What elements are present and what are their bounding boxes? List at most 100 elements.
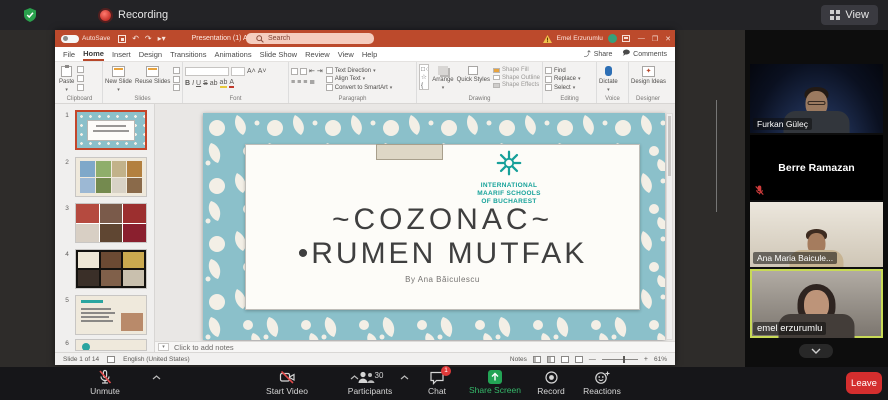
account-avatar[interactable] — [608, 34, 617, 43]
indent-decrease-icon[interactable]: ⇤ — [309, 67, 315, 75]
warning-icon[interactable] — [543, 35, 552, 43]
spellcheck-icon[interactable] — [107, 356, 115, 363]
text-shadow-icon[interactable]: ab — [210, 80, 218, 87]
video-tile-ana[interactable]: Ana Maria Baicule... — [750, 202, 883, 267]
redo-icon[interactable]: ↷ — [145, 34, 152, 43]
zoom-slider[interactable] — [602, 359, 638, 360]
layout-button[interactable]: Layout▾ — [173, 67, 183, 74]
zoom-out-icon[interactable]: — — [589, 356, 596, 363]
shape-fill-button[interactable]: Shape Fill — [493, 67, 540, 73]
menu-slideshow[interactable]: Slide Show — [260, 48, 298, 60]
slide-thumbnail-5[interactable] — [75, 295, 147, 335]
participants-button[interactable]: 30 Participants — [335, 370, 405, 396]
normal-view-icon[interactable] — [533, 356, 541, 363]
font-size-box[interactable] — [231, 67, 245, 76]
slideshow-view-icon[interactable] — [575, 356, 583, 363]
paste-button[interactable]: Paste▾ — [59, 64, 74, 93]
convert-smartart-button[interactable]: Convert to SmartArt▾ — [326, 84, 393, 91]
reactions-button[interactable]: Reactions — [574, 370, 630, 396]
autosave-toggle[interactable]: AutoSave — [61, 35, 110, 43]
view-button[interactable]: View — [821, 5, 878, 25]
leave-button[interactable]: Leave — [846, 372, 882, 394]
ribbon-display-options-icon[interactable] — [622, 35, 630, 42]
select-button[interactable]: Select▾ — [545, 84, 581, 91]
menu-review[interactable]: Review — [305, 48, 330, 60]
menu-view[interactable]: View — [338, 48, 354, 60]
bullets-icon[interactable] — [291, 68, 298, 75]
italic-icon[interactable]: I — [192, 80, 194, 87]
slide-thumbnail-1[interactable] — [75, 110, 147, 150]
notes-collapse-icon[interactable]: ▾ — [158, 343, 169, 351]
format-painter-icon[interactable] — [77, 84, 84, 91]
font-color-icon[interactable]: A — [229, 79, 234, 88]
align-text-button[interactable]: Align Text▾ — [326, 76, 393, 83]
slide-scrollbar[interactable] — [666, 113, 673, 340]
menu-insert[interactable]: Insert — [112, 48, 131, 60]
video-tile-emel-active-speaker[interactable]: emel erzurumlu — [750, 269, 883, 338]
slide-thumbnail-2[interactable] — [75, 157, 147, 197]
notes-placeholder[interactable]: Click to add notes — [174, 343, 234, 352]
shape-outline-button[interactable]: Shape Outline — [493, 75, 540, 81]
shrink-font-icon[interactable]: A˅ — [258, 68, 267, 75]
align-left-icon[interactable]: ≡ — [291, 79, 295, 86]
justify-icon[interactable]: ≣ — [309, 78, 315, 86]
share-button[interactable]: ⤴Share — [584, 49, 613, 59]
menu-file[interactable]: File — [63, 48, 75, 60]
minimize-icon[interactable]: — — [638, 35, 645, 43]
text-direction-button[interactable]: Text Direction▾ — [326, 67, 393, 74]
collapse-videos-button[interactable] — [799, 344, 833, 358]
comments-button[interactable]: 🗩Comments — [622, 49, 667, 60]
current-slide[interactable]: INTERNATIONAL MAARIF SCHOOLS OF BUCHARES… — [203, 113, 665, 340]
video-tile-berre[interactable]: Berre Ramazan — [750, 135, 883, 200]
zoom-in-icon[interactable]: + — [644, 356, 648, 363]
zoom-percentage[interactable]: 61% — [654, 356, 667, 363]
unmute-button[interactable]: Unmute — [75, 370, 135, 396]
numbering-icon[interactable] — [300, 68, 307, 75]
slide-sorter-view-icon[interactable] — [547, 356, 555, 363]
underline-icon[interactable]: U — [196, 80, 201, 87]
quick-styles-button[interactable]: Quick Styles — [457, 64, 490, 93]
indent-increase-icon[interactable]: ⇥ — [317, 67, 323, 75]
unmute-options-chevron[interactable] — [152, 375, 161, 380]
start-slideshow-icon[interactable]: ▸▾ — [158, 34, 166, 43]
participants-options-chevron[interactable] — [400, 375, 409, 380]
chat-button[interactable]: 1 Chat — [415, 370, 459, 396]
dictate-button[interactable]: Dictate▾ — [599, 64, 618, 93]
align-right-icon[interactable]: ≡ — [303, 79, 307, 86]
new-slide-button[interactable]: New Slide▾ — [105, 64, 132, 93]
menu-help[interactable]: Help — [362, 48, 377, 60]
save-icon[interactable] — [118, 35, 126, 43]
start-video-button[interactable]: Start Video — [252, 370, 322, 396]
design-ideas-button[interactable]: ✦Design Ideas — [631, 64, 666, 93]
close-icon[interactable]: ✕ — [665, 35, 671, 43]
security-shield-icon[interactable] — [22, 7, 38, 23]
share-screen-button[interactable]: Share Screen — [464, 370, 526, 395]
reuse-slides-button[interactable]: Reuse Slides — [135, 64, 170, 93]
notes-toggle-button[interactable]: Notes — [510, 356, 527, 363]
reset-button[interactable]: Reset — [173, 76, 183, 83]
cut-icon[interactable] — [77, 66, 84, 73]
restore-icon[interactable]: ❐ — [652, 35, 658, 43]
account-user-name[interactable]: Emel Erzurumlu — [557, 35, 603, 42]
slide-thumbnail-4[interactable] — [75, 249, 147, 289]
copy-icon[interactable] — [77, 75, 84, 82]
find-button[interactable]: Find — [545, 67, 581, 74]
shapes-gallery[interactable]: □○△▽◇☆←→(){ }⌒∿ — [419, 64, 429, 90]
undo-icon[interactable]: ↶ — [132, 34, 139, 43]
highlight-color-icon[interactable]: ab — [220, 79, 228, 88]
menu-transitions[interactable]: Transitions — [170, 48, 206, 60]
reading-view-icon[interactable] — [561, 356, 569, 363]
menu-home[interactable]: Home — [83, 47, 104, 61]
align-center-icon[interactable]: ≡ — [297, 79, 301, 86]
grow-font-icon[interactable]: A˄ — [247, 68, 256, 75]
replace-button[interactable]: Replace▾ — [545, 76, 581, 83]
record-button[interactable]: Record — [526, 370, 576, 396]
strikethrough-icon[interactable]: S — [203, 80, 208, 87]
slide-thumbnail-6[interactable] — [75, 339, 147, 351]
search-box[interactable]: Search — [246, 33, 374, 44]
menu-animations[interactable]: Animations — [214, 48, 251, 60]
arrange-button[interactable]: Arrange▾ — [432, 64, 453, 93]
section-button[interactable]: Section▾ — [173, 84, 183, 91]
shape-effects-button[interactable]: Shape Effects — [493, 82, 540, 88]
menu-design[interactable]: Design — [139, 48, 162, 60]
